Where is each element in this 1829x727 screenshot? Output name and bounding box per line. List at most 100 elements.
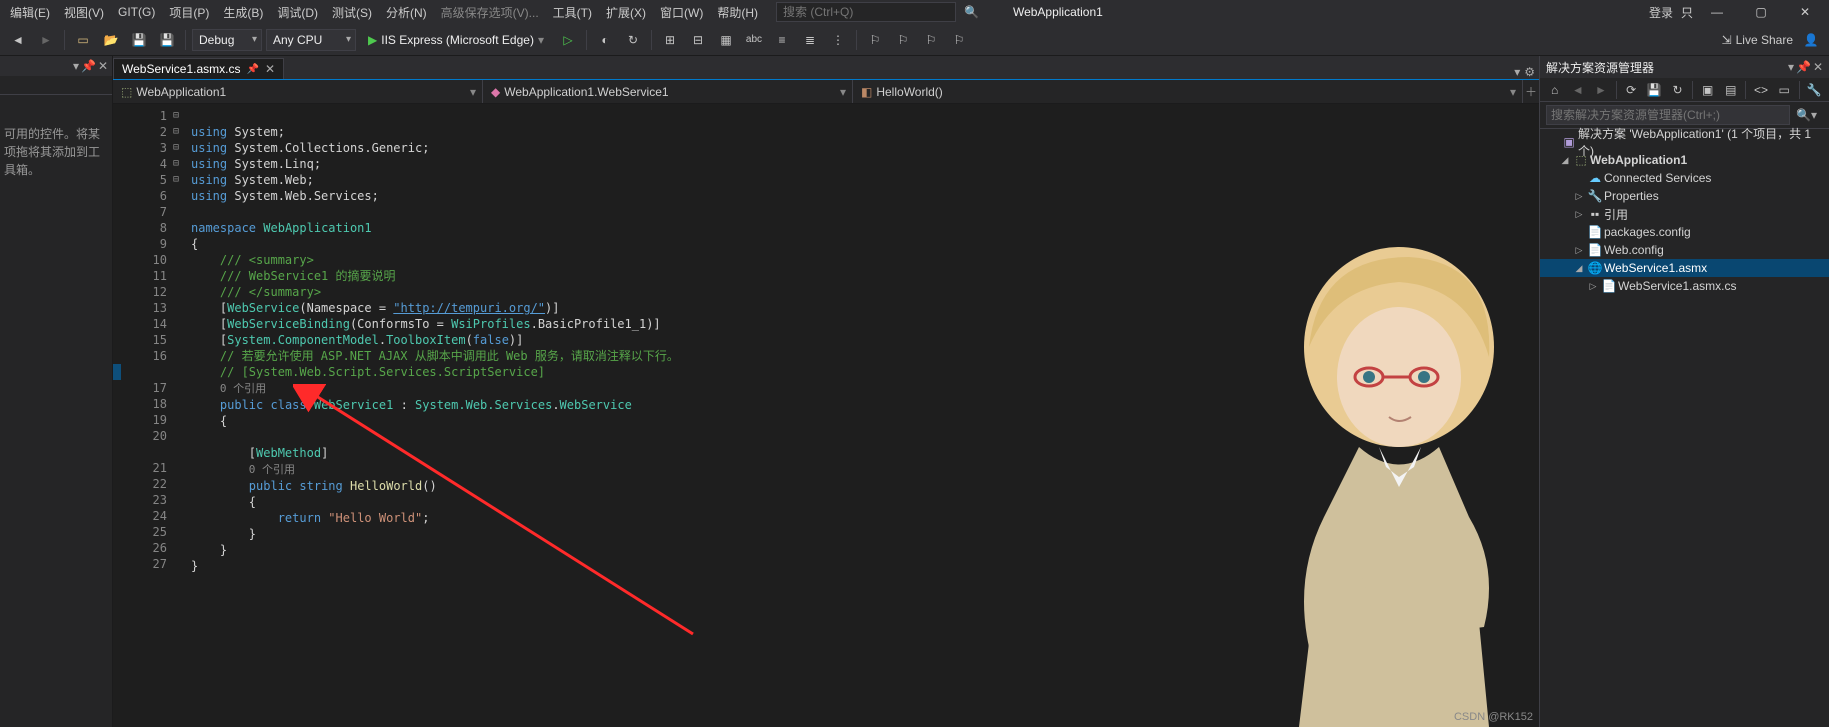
menu-edit[interactable]: 编辑(E) (4, 2, 56, 23)
nav-fwd-icon[interactable]: ► (34, 28, 58, 52)
toolbox-close-icon[interactable]: ✕ (98, 59, 108, 73)
panel-dropdown-icon[interactable]: ▾ (1788, 60, 1794, 74)
nav-back-icon[interactable]: ◄ (6, 28, 30, 52)
tree-webservice-asmx[interactable]: ◢ 🌐 WebService1.asmx (1540, 259, 1829, 277)
bookmark-prev-icon[interactable]: ⚐ (891, 28, 915, 52)
account-icon[interactable]: 👤 (1799, 28, 1823, 52)
tab-overflow-icon[interactable]: ▾ (1514, 65, 1520, 79)
tb-icon-7[interactable]: ≣ (798, 28, 822, 52)
new-project-icon[interactable]: ▭ (71, 28, 95, 52)
tree-solution[interactable]: ▣ 解决方案 'WebApplication1' (1 个项目，共 1 个) (1540, 133, 1829, 151)
menu-project[interactable]: 项目(P) (163, 2, 215, 23)
play-icon: ▶ (368, 33, 377, 47)
menu-extensions[interactable]: 扩展(X) (600, 2, 652, 23)
tree-connected-services[interactable]: ☁ Connected Services (1540, 169, 1829, 187)
properties-icon[interactable]: <> (1750, 83, 1771, 97)
collapse-icon[interactable]: ▤ (1720, 83, 1741, 97)
nav-project[interactable]: ⬚ WebApplication1 ▾ (113, 80, 483, 103)
solution-search-icon[interactable]: 🔍▾ (1790, 108, 1823, 122)
start-no-debug-icon[interactable]: ▷ (556, 28, 580, 52)
code-editor[interactable]: 12345678910111213141516 17181920 2122232… (113, 104, 1539, 727)
line-numbers: 12345678910111213141516 17181920 2122232… (125, 104, 173, 727)
expander-icon[interactable]: ▷ (1572, 209, 1586, 220)
toolbox-dropdown-icon[interactable]: ▾ (73, 59, 79, 73)
tree-packages-config[interactable]: 📄 packages.config (1540, 223, 1829, 241)
tab-close-icon[interactable]: ✕ (265, 62, 275, 76)
se-fwd-icon[interactable]: ► (1590, 83, 1611, 97)
toolbox-panel: ▾ 📌 ✕ 🔍 可用的控件。将某项拖将其添加到工具箱。 (0, 56, 113, 727)
expander-icon[interactable]: ◢ (1572, 263, 1586, 274)
bookmark-clear-icon[interactable]: ⚐ (947, 28, 971, 52)
show-all-icon[interactable]: ▣ (1697, 83, 1718, 97)
se-settings-icon[interactable]: 🔧 (1804, 83, 1825, 97)
liveshare-button[interactable]: ⇲ Live Share (1722, 33, 1793, 47)
panel-pin-icon[interactable]: 📌 (1796, 60, 1811, 74)
bookmark-next-icon[interactable]: ⚐ (919, 28, 943, 52)
expander-icon[interactable]: ◢ (1558, 155, 1572, 166)
se-back-icon[interactable]: ◄ (1567, 83, 1588, 97)
menu-view[interactable]: 视图(V) (58, 2, 110, 23)
tree-webservice-cs[interactable]: ▷ 📄 WebService1.asmx.cs (1540, 277, 1829, 295)
folding-column[interactable]: ⊟⊟⊟⊟⊟ (173, 104, 187, 727)
user-icon[interactable]: 只 (1681, 4, 1693, 21)
menu-build[interactable]: 生成(B) (217, 2, 269, 23)
solution-toolbar: ⌂ ◄ ► ⟳ 💾 ↻ ▣ ▤ <> ▭ 🔧 (1540, 78, 1829, 102)
tab-webservice1[interactable]: WebService1.asmx.cs 📌 ✕ (113, 58, 284, 79)
tree-project[interactable]: ◢ ⬚ WebApplication1 (1540, 151, 1829, 169)
code-content[interactable]: using System; using System.Collections.G… (187, 104, 1523, 727)
minimize-button[interactable]: — (1697, 5, 1737, 19)
vertical-scrollbar[interactable] (1523, 104, 1539, 727)
save-icon[interactable]: 💾 (127, 28, 151, 52)
tb-icon-5[interactable]: ▦ (714, 28, 738, 52)
pin-icon[interactable]: 📌 (246, 64, 258, 75)
tb-icon-1[interactable]: ◐ (593, 28, 617, 52)
tree-references[interactable]: ▷ ▪▪ 引用 (1540, 205, 1829, 223)
tree-web-config[interactable]: ▷ 📄 Web.config (1540, 241, 1829, 259)
search-icon[interactable]: 🔍 (958, 5, 985, 19)
expander-icon[interactable]: ▷ (1572, 191, 1586, 202)
se-save-icon[interactable]: 💾 (1644, 83, 1665, 97)
tb-icon-4[interactable]: ⊟ (686, 28, 710, 52)
maximize-button[interactable]: ▢ (1741, 5, 1781, 19)
quick-search[interactable] (776, 2, 956, 22)
nav-project-label: WebApplication1 (136, 85, 226, 99)
nav-class[interactable]: ◆ WebApplication1.WebService1 ▾ (483, 80, 853, 103)
run-button[interactable]: ▶ IIS Express (Microsoft Edge) ▾ (360, 29, 552, 51)
solution-search-input[interactable] (1546, 105, 1790, 125)
tb-icon-6[interactable]: ≡ (770, 28, 794, 52)
menu-debug[interactable]: 调试(D) (271, 2, 324, 23)
config-combo[interactable]: Debug (192, 29, 262, 51)
tree-item-label: WebService1.asmx.cs (1618, 279, 1829, 293)
login-link[interactable]: 登录 (1649, 4, 1673, 21)
expander-icon[interactable]: ▷ (1586, 281, 1600, 292)
tb-icon-abc[interactable]: abc (742, 28, 766, 52)
liveshare-label: Live Share (1736, 33, 1793, 47)
menu-advanced-save[interactable]: 高级保存选项(V)... (435, 2, 545, 23)
refresh-icon[interactable]: ↻ (1667, 83, 1688, 97)
preview-icon[interactable]: ▭ (1774, 83, 1795, 97)
menu-analyze[interactable]: 分析(N) (380, 2, 433, 23)
platform-combo[interactable]: Any CPU (266, 29, 356, 51)
open-icon[interactable]: 📂 (99, 28, 123, 52)
menu-help[interactable]: 帮助(H) (711, 2, 764, 23)
panel-close-icon[interactable]: ✕ (1813, 60, 1823, 74)
home-icon[interactable]: ⌂ (1544, 83, 1565, 97)
nav-plus-icon[interactable]: ＋ (1523, 80, 1539, 103)
nav-method[interactable]: ◧ HelloWorld() ▾ (853, 80, 1523, 103)
tb-icon-3[interactable]: ⊞ (658, 28, 682, 52)
quick-search-input[interactable] (783, 5, 949, 19)
menu-test[interactable]: 测试(S) (326, 2, 378, 23)
tb-icon-2[interactable]: ↻ (621, 28, 645, 52)
tab-settings-icon[interactable]: ⚙ (1524, 65, 1535, 79)
close-button[interactable]: ✕ (1785, 5, 1825, 19)
menu-tools[interactable]: 工具(T) (547, 2, 598, 23)
menu-window[interactable]: 窗口(W) (654, 2, 709, 23)
tb-icon-8[interactable]: ⋮ (826, 28, 850, 52)
tree-properties[interactable]: ▷ 🔧 Properties (1540, 187, 1829, 205)
save-all-icon[interactable]: 💾 (155, 28, 179, 52)
bookmark-icon[interactable]: ⚐ (863, 28, 887, 52)
sync-icon[interactable]: ⟳ (1621, 83, 1642, 97)
menu-git[interactable]: GIT(G) (112, 3, 161, 21)
expander-icon[interactable]: ▷ (1572, 245, 1586, 256)
toolbox-pin-icon[interactable]: 📌 (81, 59, 96, 73)
